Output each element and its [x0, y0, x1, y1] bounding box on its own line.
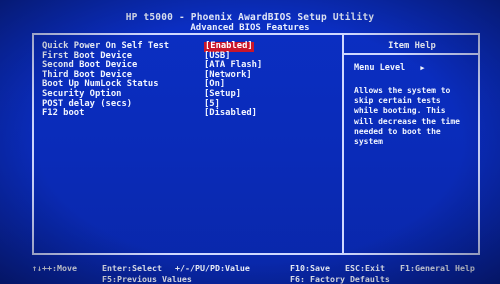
right-triangle-icon: ▶	[420, 64, 425, 72]
options-list: Quick Power On Self Test [Enabled] First…	[42, 41, 342, 119]
frame-divider	[342, 33, 344, 255]
option-row-f12-boot[interactable]: F12 boot [Disabled]	[42, 109, 342, 119]
item-help-title: Item Help	[388, 41, 436, 51]
footer-exit-hint: ESC:Exit	[345, 263, 385, 273]
footer-factory-defaults-hint: F6: Factory Defaults	[290, 274, 390, 284]
option-label: F12 boot	[42, 108, 85, 119]
footer-value-hint: +/-/PU/PD:Value	[175, 263, 250, 273]
help-text-line: Allows the system to	[354, 86, 451, 95]
footer-move-hint: ↑↓++:Move	[32, 263, 77, 273]
help-text-line: will decrease the time	[354, 116, 460, 126]
menu-level-label: Menu Level	[354, 63, 406, 73]
help-text-line: while booting. This	[354, 106, 446, 116]
help-text: Allows the system to skip certain tests …	[354, 86, 476, 147]
help-text-line: system	[354, 137, 383, 147]
footer-select-hint: Enter:Select	[102, 263, 162, 273]
footer-general-help-hint: F1:General Help	[400, 263, 475, 273]
help-text-line: skip certain tests	[354, 96, 441, 106]
footer-previous-values-hint: F5:Previous Values	[102, 274, 192, 284]
menu-level: Menu Level ▶	[354, 63, 425, 73]
bios-screen: HP t5000 - Phoenix AwardBIOS Setup Utili…	[0, 0, 500, 284]
footer-save-hint: F10:Save	[290, 263, 330, 273]
help-text-line: needed to boot the	[354, 126, 441, 136]
help-header-divider	[344, 53, 480, 55]
option-value[interactable]: [Disabled]	[204, 109, 257, 119]
option-row-post-delay[interactable]: POST delay (secs) [5]	[42, 99, 342, 110]
bios-title: HP t5000 - Phoenix AwardBIOS Setup Utili…	[125, 12, 375, 23]
